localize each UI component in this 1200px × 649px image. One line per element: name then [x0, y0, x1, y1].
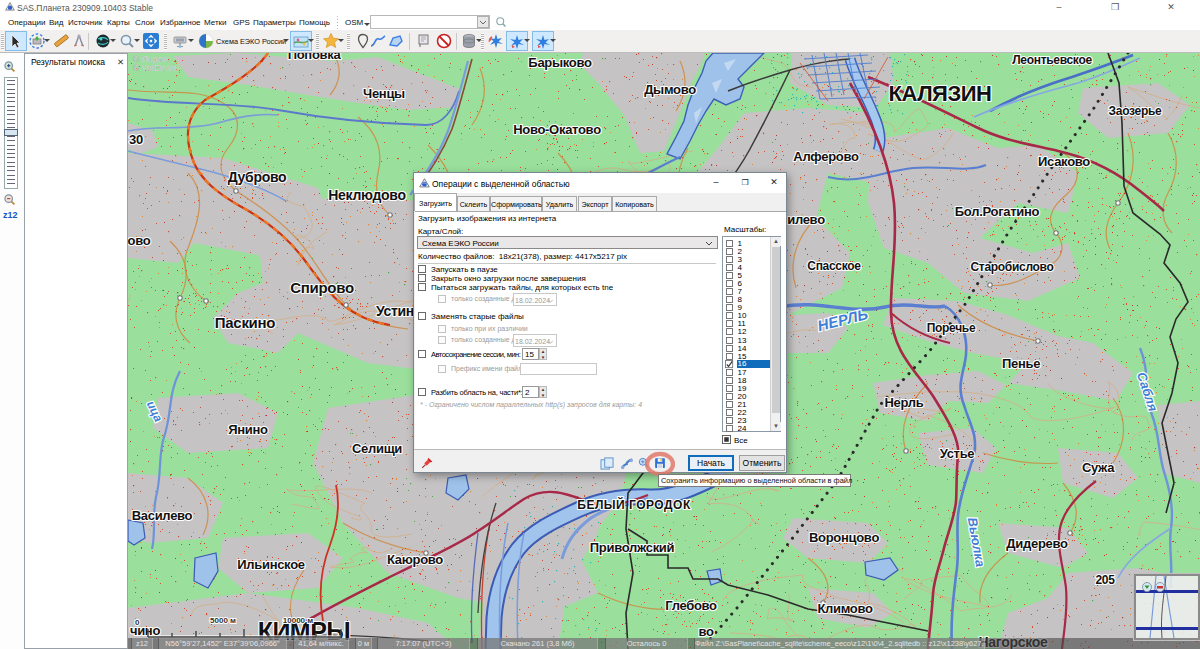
- svg-text:Устин: Устин: [376, 303, 414, 319]
- svg-text:Исаково: Исаково: [1038, 154, 1090, 169]
- svg-text:Дымово: Дымово: [644, 82, 696, 97]
- svg-text:Заозерье: Заозерье: [1109, 104, 1162, 118]
- svg-text:Дидерево: Дидерево: [1006, 536, 1068, 551]
- svg-text:Спирово: Спирово: [290, 279, 354, 296]
- svg-text:205: 205: [1095, 573, 1115, 587]
- svg-text:Янино: Янино: [228, 422, 268, 437]
- svg-text:Воронцово: Воронцово: [809, 530, 879, 545]
- svg-text:Ченцы: Ченцы: [363, 86, 405, 101]
- svg-text:КАЛЯЗИН: КАЛЯЗИН: [889, 81, 992, 106]
- svg-text:Устье: Устье: [940, 446, 975, 461]
- svg-text:© VotEtoVid: © VotEtoVid: [133, 63, 179, 73]
- svg-text:Селищи: Селищи: [352, 441, 402, 456]
- svg-text:Старобислово: Старобислово: [970, 260, 1053, 274]
- svg-text:Приволжский: Приволжский: [590, 540, 675, 555]
- svg-text:Поповка: Поповка: [288, 53, 342, 62]
- svg-text:10000 м: 10000 м: [283, 616, 313, 625]
- svg-text:Ново-Окатово: Ново-Окатово: [513, 122, 601, 137]
- svg-text:Алферово: Алферово: [793, 149, 859, 164]
- svg-text:Неклюдово: Неклюдово: [328, 187, 405, 203]
- svg-text:0: 0: [135, 618, 140, 627]
- svg-text:Василево: Василево: [132, 508, 193, 523]
- svg-text:Климово: Климово: [817, 601, 873, 616]
- svg-text:Спасское: Спасское: [807, 259, 861, 273]
- svg-text:Барыково: Барыково: [528, 55, 592, 70]
- svg-text:Ильинское: Ильинское: [237, 557, 305, 572]
- svg-text:30: 30: [129, 132, 143, 147]
- svg-text:илево: илево: [787, 212, 825, 227]
- svg-text:Поречье: Поречье: [927, 321, 976, 335]
- svg-text:Каюрово: Каюрово: [387, 552, 443, 567]
- svg-text:Глебово: Глебово: [665, 598, 717, 613]
- svg-text:Леонтьевское: Леонтьевское: [1012, 53, 1092, 67]
- svg-text:Нерль: Нерль: [885, 395, 924, 410]
- svg-text:5000 м: 5000 м: [210, 616, 236, 625]
- svg-text:Дуброво: Дуброво: [228, 169, 287, 185]
- svg-text:Паскино: Паскино: [215, 314, 275, 331]
- svg-text:БЕЛЫЙ ГОРОДОК: БЕЛЫЙ ГОРОДОК: [577, 497, 691, 512]
- svg-text:Пенье: Пенье: [1002, 356, 1040, 371]
- svg-text:ово: ово: [128, 233, 151, 248]
- svg-text:Бол.Рогатино: Бол.Рогатино: [955, 204, 1040, 219]
- svg-text:во: во: [698, 624, 714, 639]
- svg-text:Сужа: Сужа: [1082, 460, 1115, 475]
